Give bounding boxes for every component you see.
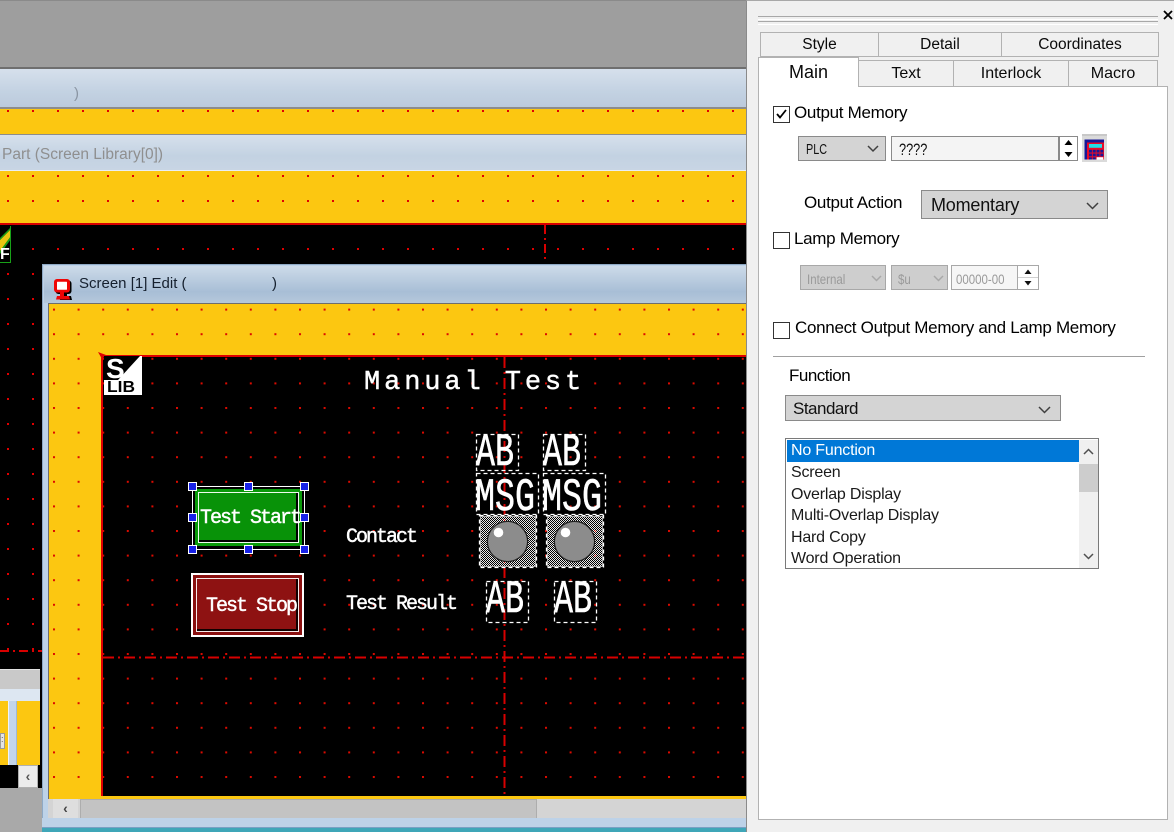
svg-text:MSG: MSG [542, 472, 602, 524]
svg-text:AB: AB [486, 574, 524, 626]
svg-text:MSG: MSG [475, 472, 535, 524]
svg-text:F: F [0, 246, 10, 263]
svg-text:AB: AB [554, 574, 592, 626]
